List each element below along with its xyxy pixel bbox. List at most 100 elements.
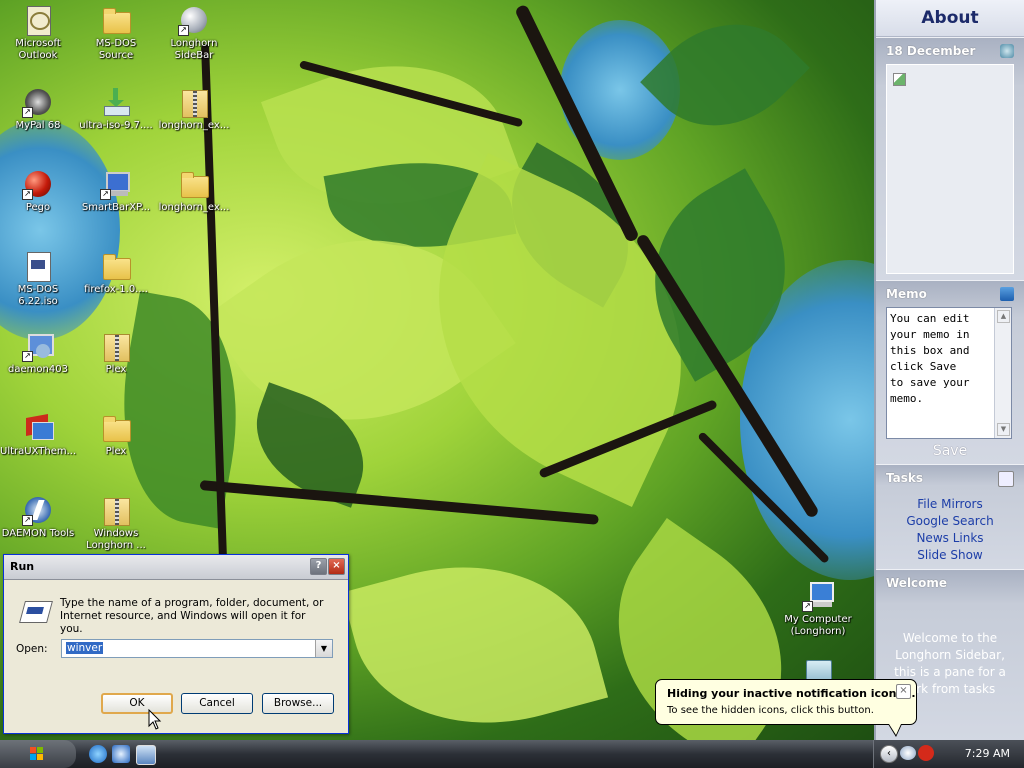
memo-notepad-icon[interactable] xyxy=(1000,287,1014,301)
task-slide-show[interactable]: Slide Show xyxy=(876,547,1024,564)
browse-button[interactable]: Browse... xyxy=(262,693,334,714)
desktop-icon-mypal[interactable]: ↗ MyPal 68 xyxy=(0,86,76,132)
balloon-title: Hiding your inactive notification icons.… xyxy=(667,687,916,700)
desktop-icon-label: daemon403 xyxy=(8,364,68,375)
desktop-icon-smartbarxp[interactable]: ↗ SmartBarXP... xyxy=(78,168,154,214)
desktop-icon-label: firefox-1.0.... xyxy=(84,284,148,295)
calendar-settings-icon[interactable] xyxy=(1000,44,1014,58)
desktop-icon-ms-dos-source[interactable]: MS-DOS Source xyxy=(78,4,154,62)
notification-balloon[interactable]: Hiding your inactive notification icons.… xyxy=(655,679,917,737)
ok-button[interactable]: OK xyxy=(101,693,173,714)
desktop-icon-my-computer[interactable]: ↗ My Computer (Longhorn) xyxy=(780,580,856,638)
zip-folder-icon xyxy=(178,86,210,118)
task-google-search[interactable]: Google Search xyxy=(876,513,1024,530)
broken-image-icon xyxy=(893,73,906,86)
desktop-icon-label: ultra-iso-9.7.... xyxy=(79,120,153,131)
windows-logo-icon xyxy=(30,747,44,761)
chevron-down-icon[interactable]: ▼ xyxy=(315,640,332,657)
memo-textarea[interactable]: You can edit your memo in this box and c… xyxy=(886,307,1012,439)
daemon-icon: ↗ xyxy=(22,494,54,526)
task-file-mirrors[interactable]: File Mirrors xyxy=(876,496,1024,513)
desktop-icon-label: MyPal 68 xyxy=(15,120,61,131)
folder-icon xyxy=(100,4,132,36)
desktop-icon-label: Plex xyxy=(105,364,127,375)
desktop-icon-daemon403[interactable]: ↗ daemon403 xyxy=(0,330,76,376)
calendar-pane: 18 December xyxy=(876,37,1024,280)
desktop-icon-label: MS-DOS Source xyxy=(95,38,137,61)
download-icon xyxy=(100,86,132,118)
balloon-tail-fill xyxy=(889,724,901,735)
folder-icon xyxy=(178,168,210,200)
desktop-icon-label: UltraUXThem... xyxy=(0,446,77,457)
folder-icon xyxy=(100,412,132,444)
network-icon[interactable] xyxy=(900,746,916,760)
folder-icon xyxy=(100,250,132,282)
sidebar-header[interactable]: About xyxy=(876,0,1024,37)
memo-pane: Memo You can edit your memo in this box … xyxy=(876,280,1024,464)
scroll-up-icon[interactable]: ▲ xyxy=(997,310,1010,323)
balloon-close-button[interactable]: × xyxy=(896,684,911,699)
desktop-icon-label: Plex xyxy=(105,446,127,457)
installer-icon: ↗ xyxy=(22,330,54,362)
open-combobox[interactable]: winver ▼ xyxy=(61,639,333,658)
taskbar: ‹ 7:29 AM xyxy=(0,740,1024,768)
task-news-links[interactable]: News Links xyxy=(876,530,1024,547)
mouse-cursor-icon xyxy=(148,709,162,730)
memo-scrollbar[interactable]: ▲ ▼ xyxy=(994,308,1011,438)
desktop-icon-label: DAEMON Tools xyxy=(1,528,75,539)
run-title-bar[interactable]: Run ? × xyxy=(4,555,348,580)
scroll-down-icon[interactable]: ▼ xyxy=(997,423,1010,436)
show-desktop-icon[interactable] xyxy=(136,745,156,765)
desktop-icon-label: longhorn_ex... xyxy=(158,120,230,131)
desktop-icon-daemon-tools[interactable]: ↗ DAEMON Tools xyxy=(0,494,76,540)
desktop-icon-firefox-folder[interactable]: firefox-1.0.... xyxy=(78,250,154,296)
tasks-pane: Tasks File Mirrors Google Search News Li… xyxy=(876,464,1024,569)
desktop-icon-longhorn-ex-folder[interactable]: longhorn_ex... xyxy=(156,168,232,214)
desktop-icon-longhorn-ex-zip[interactable]: longhorn_ex... xyxy=(156,86,232,132)
calendar-picture-area xyxy=(886,64,1014,274)
red-ball-icon: ↗ xyxy=(22,168,54,200)
my-computer-icon: ↗ xyxy=(802,580,834,612)
desktop-icon-label: Longhorn SideBar xyxy=(170,38,218,61)
close-button[interactable]: × xyxy=(328,558,345,575)
system-tray: ‹ 7:29 AM xyxy=(873,740,1024,768)
desktop-icon-longhorn-sidebar[interactable]: ↗ Longhorn SideBar xyxy=(156,4,232,62)
raccoon-icon: ↗ xyxy=(22,86,54,118)
desktop-icon-label: MS-DOS 6.22.iso xyxy=(17,284,59,307)
welcome-title: Welcome xyxy=(886,576,948,590)
desktop-icon-plex-zip[interactable]: Plex xyxy=(78,330,154,376)
globe-icon: ↗ xyxy=(178,4,210,36)
iso-icon xyxy=(22,250,54,282)
desktop-icon-ultrauxtheme[interactable]: UltraUXThem... xyxy=(0,412,76,458)
ie-secondary-icon[interactable] xyxy=(112,745,130,763)
tasks-icon[interactable] xyxy=(998,471,1014,487)
desktop-icon-label: longhorn_ex... xyxy=(158,202,230,213)
outlook-icon xyxy=(22,4,54,36)
desktop-icon-plex-folder[interactable]: Plex xyxy=(78,412,154,458)
desktop-icon-pego[interactable]: ↗ Pego xyxy=(0,168,76,214)
desktop-icon-label: Microsoft Outlook xyxy=(15,38,61,61)
help-button[interactable]: ? xyxy=(310,558,327,575)
start-button[interactable] xyxy=(0,740,76,768)
desktop-icon-label: Windows Longhorn ... xyxy=(86,528,146,551)
run-program-icon xyxy=(18,599,53,623)
desktop-icon-ms-dos-iso[interactable]: MS-DOS 6.22.iso xyxy=(0,250,76,308)
zip-folder-icon xyxy=(100,330,132,362)
show-hidden-icons-button[interactable]: ‹ xyxy=(880,745,898,763)
desktop-icon-outlook[interactable]: Microsoft Outlook xyxy=(0,4,76,62)
open-input-value[interactable]: winver xyxy=(66,642,104,654)
run-description: Type the name of a program, folder, docu… xyxy=(60,597,324,635)
clock[interactable]: 7:29 AM xyxy=(965,747,1010,760)
run-title: Run xyxy=(10,560,35,573)
balloon-text: To see the hidden icons, click this butt… xyxy=(667,705,874,716)
desktop-icon-ultra-iso[interactable]: ultra-iso-9.7.... xyxy=(78,86,154,132)
cancel-button[interactable]: Cancel xyxy=(181,693,253,714)
internet-explorer-icon[interactable] xyxy=(89,745,107,763)
desktop-icon-windows-longhorn[interactable]: Windows Longhorn ... xyxy=(78,494,154,552)
theme-icon xyxy=(22,412,54,444)
desktop-icon-label: My Computer (Longhorn) xyxy=(784,614,852,637)
run-dialog: Run ? × Type the name of a program, fold… xyxy=(3,554,349,734)
zip-folder-icon xyxy=(100,494,132,526)
memo-save-button[interactable]: Save xyxy=(876,443,1024,459)
antivirus-icon[interactable] xyxy=(918,745,934,761)
